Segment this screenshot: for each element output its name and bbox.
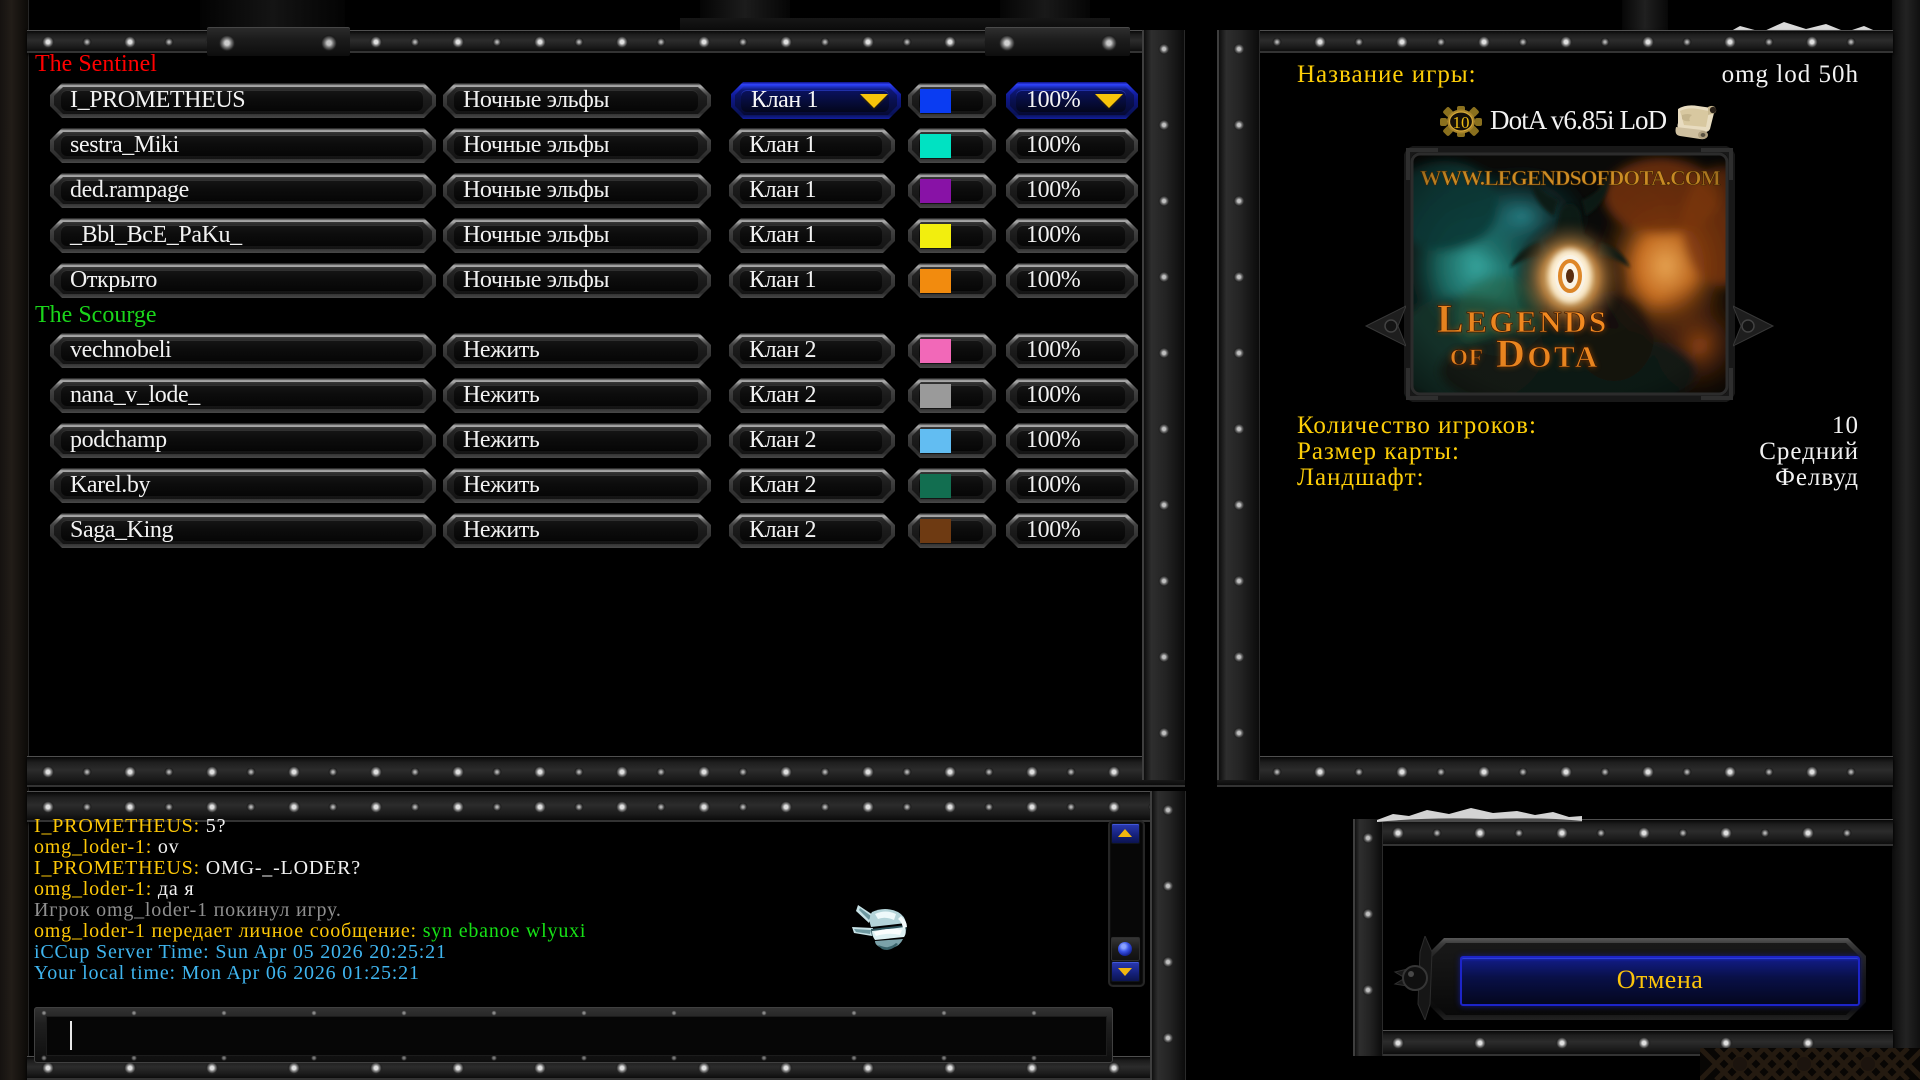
svg-text:10: 10 (1453, 113, 1470, 132)
